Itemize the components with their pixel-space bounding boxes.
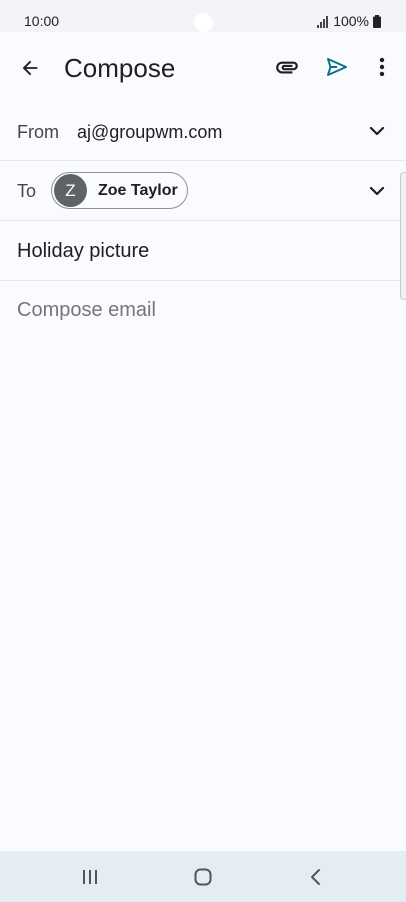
more-options-button[interactable] — [370, 52, 394, 82]
to-row: To Z Zoe Taylor — [0, 161, 406, 221]
send-icon — [327, 58, 347, 76]
signal-icon — [317, 15, 329, 28]
home-icon — [194, 868, 212, 886]
camera-cutout — [194, 13, 213, 32]
from-label: From — [17, 122, 59, 142]
app-bar: Compose — [0, 32, 406, 102]
status-time: 10:00 — [24, 13, 60, 29]
page-title: Compose — [64, 53, 176, 83]
status-indicators: 100% — [317, 13, 381, 29]
navigation-bar — [0, 851, 406, 902]
nav-back-icon — [311, 869, 320, 885]
paperclip-icon — [276, 61, 298, 74]
battery-icon — [373, 14, 381, 28]
send-button[interactable] — [322, 52, 352, 82]
more-vert-icon — [379, 57, 385, 77]
recent-apps-button[interactable] — [78, 865, 102, 889]
avatar: Z — [54, 174, 87, 207]
recipient-chip[interactable]: Z Zoe Taylor — [51, 172, 188, 209]
home-button[interactable] — [191, 865, 215, 889]
compose-body-field[interactable]: Compose email — [17, 299, 156, 322]
from-expand-button[interactable] — [364, 118, 390, 144]
compose-screen: 10:00 100% Compose From aj@groupwm.com T… — [0, 0, 406, 902]
back-button[interactable] — [14, 52, 46, 84]
scroll-handle[interactable] — [400, 172, 406, 300]
nav-back-button[interactable] — [304, 865, 328, 889]
subject-field[interactable]: Holiday picture — [17, 240, 149, 263]
recipient-name: Zoe Taylor — [98, 181, 178, 199]
attach-button[interactable] — [272, 52, 302, 82]
battery-percentage: 100% — [333, 13, 369, 29]
subject-row: Holiday picture — [0, 221, 406, 281]
chevron-down-icon — [369, 126, 385, 136]
to-expand-button[interactable] — [364, 178, 390, 204]
chevron-down-icon — [369, 186, 385, 196]
from-address[interactable]: aj@groupwm.com — [77, 122, 222, 143]
status-bar: 10:00 100% — [0, 0, 406, 32]
back-arrow-icon — [22, 60, 38, 76]
recent-apps-icon — [83, 870, 97, 884]
from-row: From aj@groupwm.com — [0, 102, 406, 161]
to-label: To — [17, 181, 37, 201]
